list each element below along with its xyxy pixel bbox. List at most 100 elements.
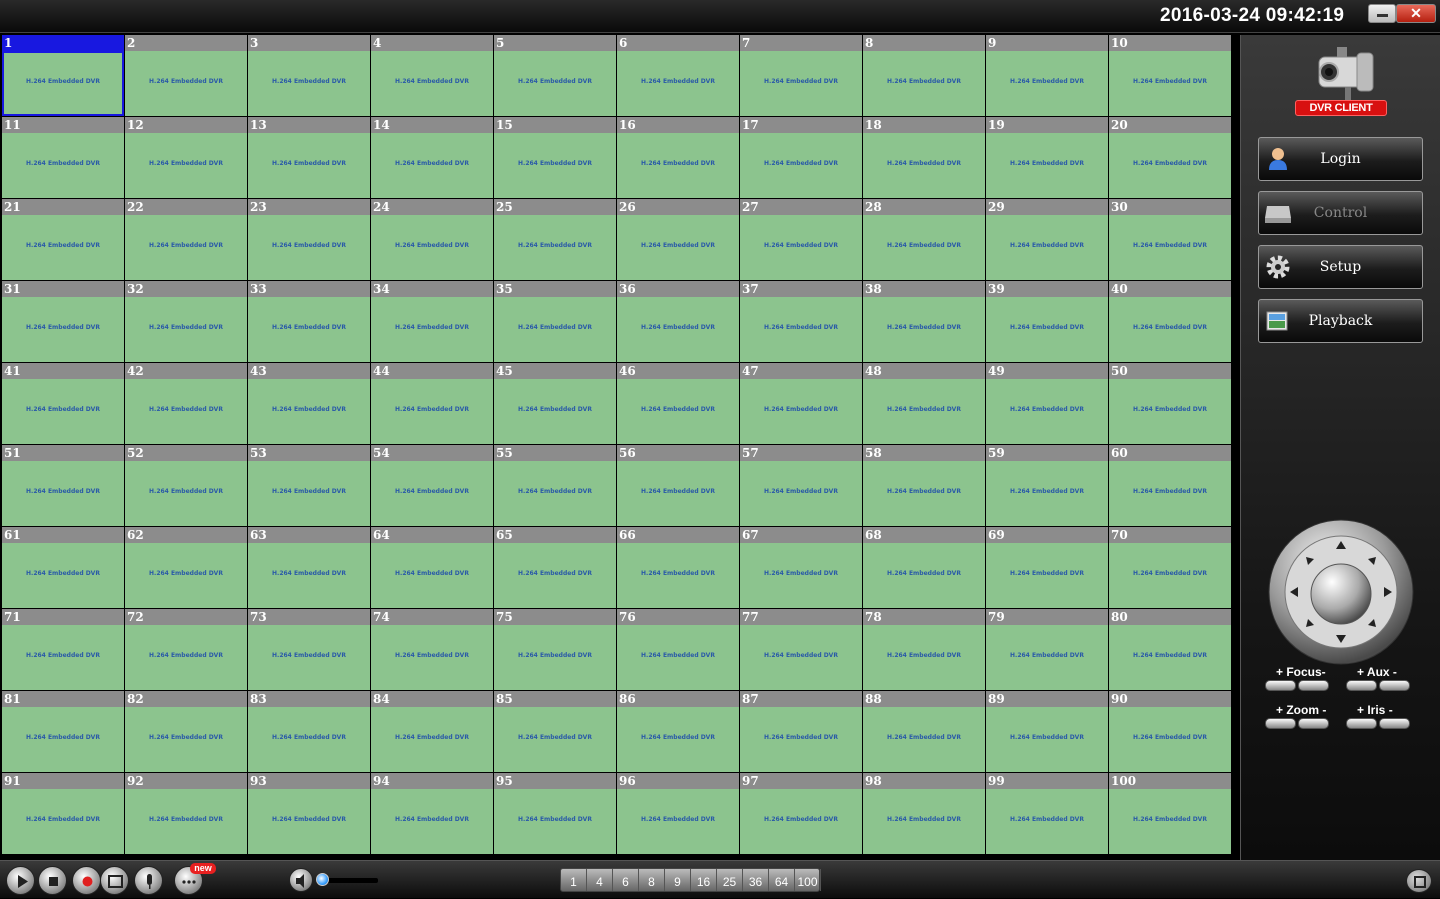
channel-cell-18[interactable]: 18 H.264 Embedded DVR (863, 117, 986, 199)
channel-cell-46[interactable]: 46 H.264 Embedded DVR (617, 363, 740, 445)
channel-video[interactable]: H.264 Embedded DVR (740, 789, 862, 854)
channel-cell-52[interactable]: 52 H.264 Embedded DVR (125, 445, 248, 527)
channel-cell-30[interactable]: 30 H.264 Embedded DVR (1109, 199, 1232, 281)
channel-cell-20[interactable]: 20 H.264 Embedded DVR (1109, 117, 1232, 199)
channel-cell-68[interactable]: 68 H.264 Embedded DVR (863, 527, 986, 609)
channel-video[interactable]: H.264 Embedded DVR (617, 297, 739, 362)
aux-plus-button[interactable] (1346, 680, 1377, 691)
channel-video[interactable]: H.264 Embedded DVR (494, 789, 616, 854)
channel-cell-70[interactable]: 70 H.264 Embedded DVR (1109, 527, 1232, 609)
channel-cell-33[interactable]: 33 H.264 Embedded DVR (248, 281, 371, 363)
channel-cell-23[interactable]: 23 H.264 Embedded DVR (248, 199, 371, 281)
channel-video[interactable]: H.264 Embedded DVR (617, 543, 739, 608)
channel-cell-21[interactable]: 21 H.264 Embedded DVR (2, 199, 125, 281)
channel-video[interactable]: H.264 Embedded DVR (1109, 133, 1231, 198)
channel-video[interactable]: H.264 Embedded DVR (1109, 543, 1231, 608)
channel-video[interactable]: H.264 Embedded DVR (125, 789, 247, 854)
channel-cell-100[interactable]: 100 H.264 Embedded DVR (1109, 773, 1232, 855)
channel-cell-56[interactable]: 56 H.264 Embedded DVR (617, 445, 740, 527)
channel-cell-41[interactable]: 41 H.264 Embedded DVR (2, 363, 125, 445)
channel-cell-73[interactable]: 73 H.264 Embedded DVR (248, 609, 371, 691)
channel-cell-69[interactable]: 69 H.264 Embedded DVR (986, 527, 1109, 609)
channel-cell-39[interactable]: 39 H.264 Embedded DVR (986, 281, 1109, 363)
channel-video[interactable]: H.264 Embedded DVR (617, 379, 739, 444)
channel-video[interactable]: H.264 Embedded DVR (2, 215, 124, 280)
channel-cell-47[interactable]: 47 H.264 Embedded DVR (740, 363, 863, 445)
channel-cell-22[interactable]: 22 H.264 Embedded DVR (125, 199, 248, 281)
channel-video[interactable]: H.264 Embedded DVR (494, 51, 616, 116)
channel-cell-34[interactable]: 34 H.264 Embedded DVR (371, 281, 494, 363)
channel-video[interactable]: H.264 Embedded DVR (863, 625, 985, 690)
channel-cell-96[interactable]: 96 H.264 Embedded DVR (617, 773, 740, 855)
channel-video[interactable]: H.264 Embedded DVR (125, 297, 247, 362)
channel-cell-74[interactable]: 74 H.264 Embedded DVR (371, 609, 494, 691)
channel-video[interactable]: H.264 Embedded DVR (2, 461, 124, 526)
channel-cell-40[interactable]: 40 H.264 Embedded DVR (1109, 281, 1232, 363)
channel-cell-8[interactable]: 8 H.264 Embedded DVR (863, 35, 986, 117)
channel-video[interactable]: H.264 Embedded DVR (125, 707, 247, 772)
channel-video[interactable]: H.264 Embedded DVR (863, 215, 985, 280)
channel-video[interactable]: H.264 Embedded DVR (248, 461, 370, 526)
channel-video[interactable]: H.264 Embedded DVR (986, 707, 1108, 772)
channel-video[interactable]: H.264 Embedded DVR (863, 789, 985, 854)
channel-cell-43[interactable]: 43 H.264 Embedded DVR (248, 363, 371, 445)
channel-video[interactable]: H.264 Embedded DVR (248, 379, 370, 444)
split-mode-64[interactable]: 64 (769, 869, 795, 891)
channel-cell-51[interactable]: 51 H.264 Embedded DVR (2, 445, 125, 527)
channel-cell-32[interactable]: 32 H.264 Embedded DVR (125, 281, 248, 363)
channel-cell-6[interactable]: 6 H.264 Embedded DVR (617, 35, 740, 117)
channel-video[interactable]: H.264 Embedded DVR (125, 133, 247, 198)
ptz-control[interactable] (1268, 519, 1414, 665)
channel-cell-79[interactable]: 79 H.264 Embedded DVR (986, 609, 1109, 691)
channel-video[interactable]: H.264 Embedded DVR (863, 461, 985, 526)
channel-video[interactable]: H.264 Embedded DVR (1109, 707, 1231, 772)
channel-video[interactable]: H.264 Embedded DVR (863, 379, 985, 444)
channel-video[interactable]: H.264 Embedded DVR (494, 133, 616, 198)
microphone-button[interactable] (134, 866, 163, 895)
split-mode-100[interactable]: 100 (795, 869, 821, 891)
split-mode-4[interactable]: 4 (587, 869, 613, 891)
channel-cell-63[interactable]: 63 H.264 Embedded DVR (248, 527, 371, 609)
channel-video[interactable]: H.264 Embedded DVR (617, 51, 739, 116)
channel-cell-62[interactable]: 62 H.264 Embedded DVR (125, 527, 248, 609)
channel-video[interactable]: H.264 Embedded DVR (617, 461, 739, 526)
channel-video[interactable]: H.264 Embedded DVR (617, 133, 739, 198)
channel-video[interactable]: H.264 Embedded DVR (1109, 461, 1231, 526)
channel-cell-5[interactable]: 5 H.264 Embedded DVR (494, 35, 617, 117)
channel-cell-95[interactable]: 95 H.264 Embedded DVR (494, 773, 617, 855)
channel-video[interactable]: H.264 Embedded DVR (740, 379, 862, 444)
minimize-button[interactable] (1368, 4, 1396, 23)
channel-cell-36[interactable]: 36 H.264 Embedded DVR (617, 281, 740, 363)
channel-video[interactable]: H.264 Embedded DVR (986, 215, 1108, 280)
channel-cell-24[interactable]: 24 H.264 Embedded DVR (371, 199, 494, 281)
channel-cell-93[interactable]: 93 H.264 Embedded DVR (248, 773, 371, 855)
channel-video[interactable]: H.264 Embedded DVR (371, 133, 493, 198)
channel-cell-44[interactable]: 44 H.264 Embedded DVR (371, 363, 494, 445)
channel-cell-12[interactable]: 12 H.264 Embedded DVR (125, 117, 248, 199)
channel-video[interactable]: H.264 Embedded DVR (494, 379, 616, 444)
channel-video[interactable]: H.264 Embedded DVR (617, 215, 739, 280)
channel-cell-50[interactable]: 50 H.264 Embedded DVR (1109, 363, 1232, 445)
channel-cell-85[interactable]: 85 H.264 Embedded DVR (494, 691, 617, 773)
channel-video[interactable]: H.264 Embedded DVR (494, 707, 616, 772)
volume-slider-handle[interactable] (316, 873, 329, 886)
channel-cell-71[interactable]: 71 H.264 Embedded DVR (2, 609, 125, 691)
channel-video[interactable]: H.264 Embedded DVR (371, 297, 493, 362)
channel-cell-14[interactable]: 14 H.264 Embedded DVR (371, 117, 494, 199)
aux-minus-button[interactable] (1379, 680, 1410, 691)
channel-video[interactable]: H.264 Embedded DVR (125, 461, 247, 526)
close-button[interactable]: ✕ (1396, 4, 1436, 23)
channel-video[interactable]: H.264 Embedded DVR (740, 461, 862, 526)
channel-cell-54[interactable]: 54 H.264 Embedded DVR (371, 445, 494, 527)
channel-video[interactable]: H.264 Embedded DVR (2, 379, 124, 444)
channel-cell-99[interactable]: 99 H.264 Embedded DVR (986, 773, 1109, 855)
split-mode-6[interactable]: 6 (613, 869, 639, 891)
channel-video[interactable]: H.264 Embedded DVR (125, 543, 247, 608)
channel-cell-55[interactable]: 55 H.264 Embedded DVR (494, 445, 617, 527)
channel-cell-76[interactable]: 76 H.264 Embedded DVR (617, 609, 740, 691)
channel-video[interactable]: H.264 Embedded DVR (740, 543, 862, 608)
channel-video[interactable]: H.264 Embedded DVR (248, 297, 370, 362)
channel-cell-83[interactable]: 83 H.264 Embedded DVR (248, 691, 371, 773)
channel-video[interactable]: H.264 Embedded DVR (863, 133, 985, 198)
channel-video[interactable]: H.264 Embedded DVR (371, 461, 493, 526)
